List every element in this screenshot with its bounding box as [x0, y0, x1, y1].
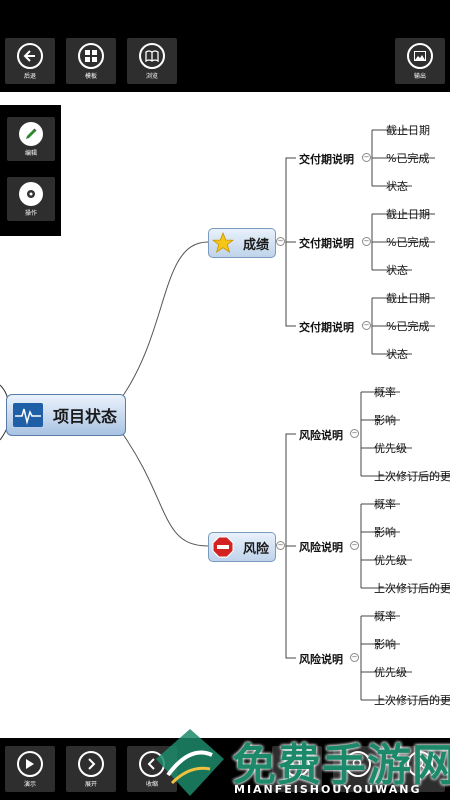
image-icon: [407, 43, 433, 69]
branch-risk-label: 风险: [243, 541, 270, 557]
root-label: 项目状态: [53, 407, 118, 426]
top-toolbar: 后退 模板 浏览 输出: [0, 0, 450, 92]
edit-label: 编辑: [24, 150, 37, 157]
leaf-node[interactable]: %已完成: [386, 318, 429, 334]
leaf-node[interactable]: %已完成: [386, 150, 429, 166]
leaf-node[interactable]: 优先级: [374, 552, 407, 568]
collapse-toggle[interactable]: −: [276, 237, 285, 246]
leaf-node[interactable]: 截止日期: [386, 122, 430, 138]
watermark-logo-icon: [156, 729, 224, 796]
back-label: 后退: [23, 73, 36, 80]
leaf-node[interactable]: 上次修订后的更: [374, 692, 450, 708]
level2-node[interactable]: 交付期说明: [299, 235, 354, 251]
leaf-node[interactable]: 状态: [386, 178, 408, 194]
leaf-node[interactable]: %已完成: [386, 234, 429, 250]
browse-button[interactable]: 浏览: [127, 38, 177, 84]
edit-button[interactable]: 编辑: [7, 117, 55, 161]
leaf-node[interactable]: 影响: [374, 524, 396, 540]
leaf-node[interactable]: 优先级: [374, 664, 407, 680]
leaf-node[interactable]: 状态: [386, 346, 408, 362]
settings-icon: [19, 182, 43, 206]
collapse-toggle[interactable]: −: [350, 541, 359, 550]
arrow-left-icon: [17, 43, 43, 69]
branch-risk[interactable]: 风险: [208, 532, 276, 562]
grid-icon: [78, 43, 104, 69]
play-icon: [17, 751, 43, 777]
collapse-toggle[interactable]: −: [350, 429, 359, 438]
pulse-icon: [13, 403, 43, 427]
leaf-node[interactable]: 上次修订后的更: [374, 468, 450, 484]
watermark-subtitle: MIANFEISHOUYOUWANG: [234, 783, 422, 796]
watermark: 免费手游网 MIANFEISHOUYOUWANG: [150, 725, 450, 800]
leaf-node[interactable]: 影响: [374, 412, 396, 428]
level2-node[interactable]: 风险说明: [299, 651, 343, 667]
collapse-toggle[interactable]: −: [276, 541, 285, 550]
level2-node[interactable]: 交付期说明: [299, 319, 354, 335]
present-label: 演示: [23, 781, 36, 788]
branch-achievement[interactable]: 成绩: [208, 228, 276, 258]
side-panel: 编辑 操作: [0, 105, 61, 236]
template-button[interactable]: 模板: [66, 38, 116, 84]
present-button[interactable]: 演示: [5, 746, 55, 792]
level2-node[interactable]: 风险说明: [299, 539, 343, 555]
leaf-node[interactable]: 状态: [386, 262, 408, 278]
expand-label: 展开: [84, 781, 97, 788]
template-label: 模板: [84, 73, 97, 80]
collapse-toggle[interactable]: −: [350, 653, 359, 662]
leaf-node[interactable]: 截止日期: [386, 206, 430, 222]
action-button[interactable]: 操作: [7, 177, 55, 221]
collapse-toggle[interactable]: −: [362, 153, 371, 162]
leaf-node[interactable]: 影响: [374, 636, 396, 652]
level2-node[interactable]: 交付期说明: [299, 151, 354, 167]
collapse-toggle[interactable]: −: [362, 237, 371, 246]
expand-button[interactable]: 展开: [66, 746, 116, 792]
export-label: 输出: [413, 73, 426, 80]
leaf-node[interactable]: 概率: [374, 496, 396, 512]
leaf-node[interactable]: 概率: [374, 608, 396, 624]
leaf-node[interactable]: 概率: [374, 384, 396, 400]
leaf-node[interactable]: 上次修订后的更: [374, 580, 450, 596]
pencil-icon: [19, 122, 43, 146]
branch-achievement-label: 成绩: [243, 237, 270, 253]
chevron-right-icon: [78, 751, 104, 777]
leaf-node[interactable]: 优先级: [374, 440, 407, 456]
collapse-toggle[interactable]: −: [362, 321, 371, 330]
back-button[interactable]: 后退: [5, 38, 55, 84]
leaf-node[interactable]: 截止日期: [386, 290, 430, 306]
action-label: 操作: [24, 210, 37, 217]
level2-node[interactable]: 风险说明: [299, 427, 343, 443]
export-button[interactable]: 输出: [395, 38, 445, 84]
star-icon: [211, 231, 235, 254]
browse-label: 浏览: [145, 73, 158, 80]
book-icon: [139, 43, 165, 69]
root-node[interactable]: 项目状态: [6, 394, 126, 436]
stop-icon: [212, 536, 234, 558]
